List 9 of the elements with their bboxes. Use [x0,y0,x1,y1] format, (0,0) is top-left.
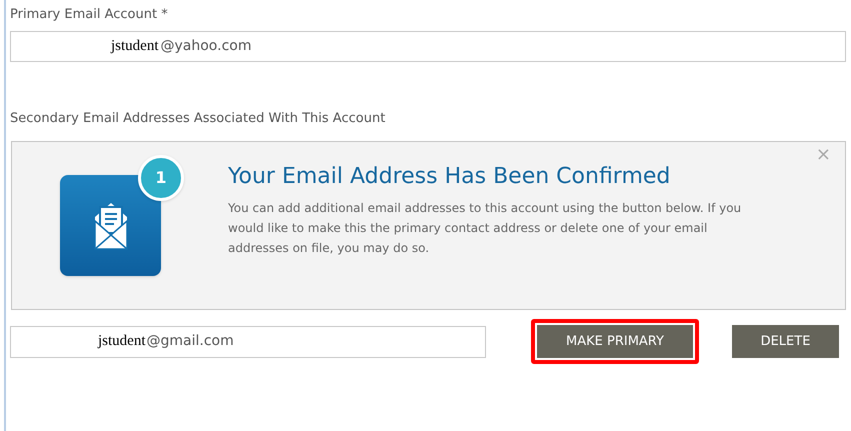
count-badge: 1 [138,155,184,201]
field-label: Primary Email Account * [10,6,169,24]
make-primary-button[interactable]: MAKE PRIMARY [537,325,693,358]
notice-title: Your Email Address Has Been Confirmed [228,163,672,191]
input-field[interactable]: jstudent@yahoo.com [10,31,846,62]
input-field[interactable]: jstudent@gmail.com [10,326,486,358]
section-heading: Secondary Email Addresses Associated With This Account [10,110,386,128]
notice-message: You can add additional email addresses to this account using the button below. If you would like to make this the primary contact address or delete one of your email addresses on file, you may do so. [228,200,742,257]
delete-button[interactable]: DELETE [732,325,839,358]
